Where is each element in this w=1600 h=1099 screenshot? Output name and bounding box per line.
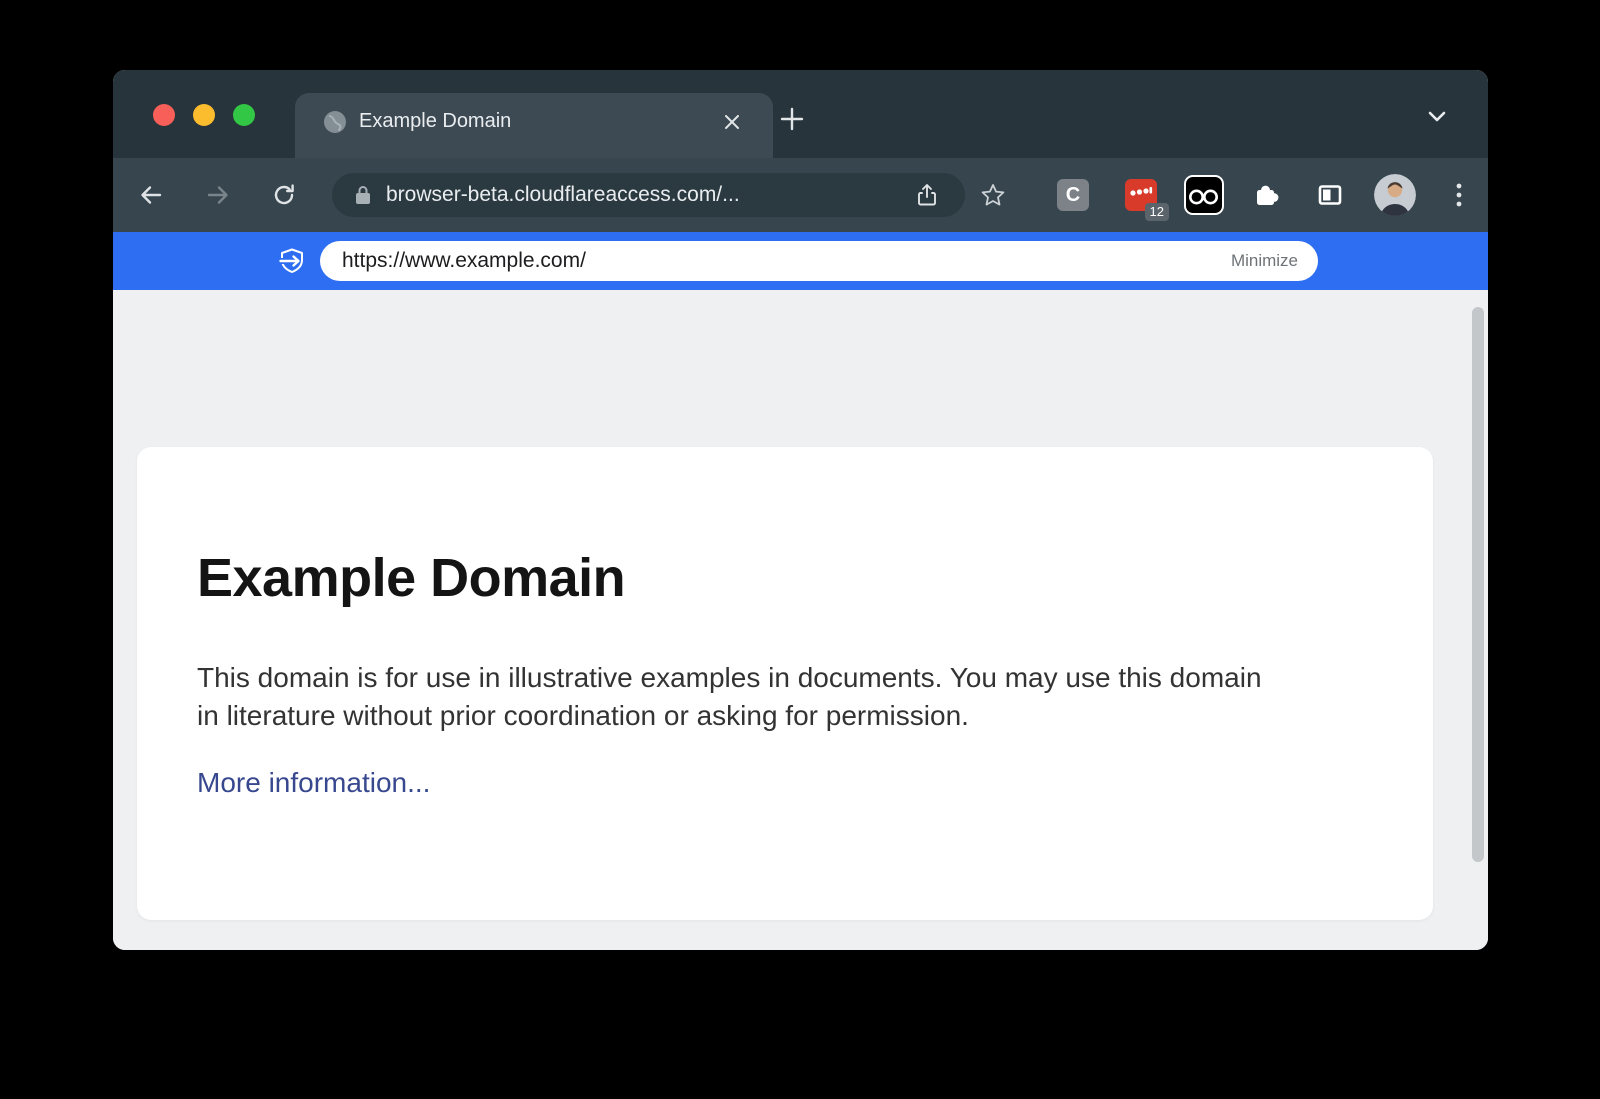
extension-c-icon[interactable]: C (1057, 179, 1089, 211)
share-icon[interactable] (915, 183, 939, 207)
bookmark-star-icon[interactable] (980, 182, 1006, 208)
vertical-scrollbar-thumb[interactable] (1472, 307, 1484, 862)
traffic-light-close-button[interactable] (153, 104, 175, 126)
forward-icon[interactable] (205, 182, 231, 208)
address-bar-url[interactable]: browser-beta.cloudflareaccess.com/... (386, 183, 965, 207)
minimize-button[interactable]: Minimize (1231, 251, 1298, 271)
back-icon[interactable] (138, 182, 164, 208)
content-card: Example Domain This domain is for use in… (137, 447, 1433, 920)
tab-search-chevron-icon[interactable] (1427, 110, 1447, 124)
lock-icon[interactable] (354, 185, 372, 205)
tab-strip: Example Domain (113, 70, 1488, 158)
reload-icon[interactable] (271, 182, 297, 208)
page-heading: Example Domain (197, 447, 1373, 609)
traffic-light-zoom-button[interactable] (233, 104, 255, 126)
extension-two-circles-icon[interactable] (1184, 175, 1224, 215)
remote-url-input[interactable] (340, 248, 1231, 274)
browser-window: Example Domain (113, 70, 1488, 950)
chrome-menu-kebab-icon[interactable] (1453, 182, 1465, 208)
tab-title: Example Domain (359, 110, 511, 133)
address-bar[interactable]: browser-beta.cloudflareaccess.com/... (332, 173, 965, 217)
page-viewport: Example Domain This domain is for use in… (113, 290, 1488, 950)
side-panel-icon[interactable] (1316, 181, 1344, 209)
tab-close-icon[interactable] (721, 111, 743, 133)
tab-example-domain[interactable]: Example Domain (295, 93, 773, 158)
extensions-puzzle-icon[interactable] (1253, 181, 1281, 209)
more-information-link[interactable]: More information... (197, 767, 430, 799)
browser-toolbar: browser-beta.cloudflareaccess.com/... C (113, 158, 1488, 232)
traffic-light-minimize-button[interactable] (193, 104, 215, 126)
new-tab-button[interactable] (773, 100, 811, 138)
remote-address-bar[interactable]: Minimize (320, 241, 1318, 281)
remote-browser-bar: Minimize (113, 232, 1488, 290)
isolation-shield-icon (278, 247, 306, 275)
profile-avatar[interactable] (1374, 174, 1416, 216)
globe-favicon-icon (322, 109, 348, 135)
extension-red-dots-icon[interactable]: 12 (1125, 179, 1157, 211)
page-paragraph: This domain is for use in illustrative e… (197, 659, 1282, 735)
extension-count-badge: 12 (1145, 203, 1169, 221)
